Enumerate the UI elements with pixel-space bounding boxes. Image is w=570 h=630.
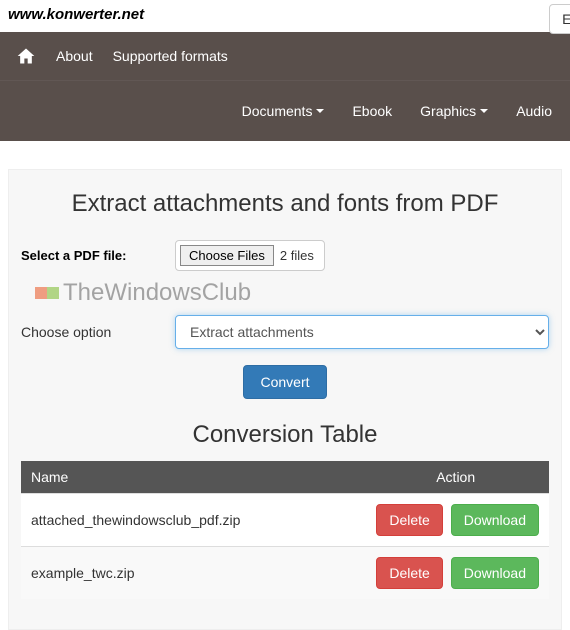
nav-supported-formats[interactable]: Supported formats bbox=[113, 48, 228, 64]
file-row: Select a PDF file: Choose Files 2 files bbox=[21, 240, 549, 271]
chevron-down-icon bbox=[480, 109, 488, 113]
top-bar: www.konwerter.net Eng bbox=[0, 0, 570, 26]
watermark-text: TheWindowsClub bbox=[63, 279, 251, 307]
choose-files-button[interactable]: Choose Files bbox=[180, 245, 274, 266]
nav-about[interactable]: About bbox=[56, 48, 93, 64]
main-nav: About Supported formats Documents Ebook … bbox=[0, 32, 570, 141]
option-select[interactable]: Extract attachments bbox=[175, 315, 549, 349]
nav-row-categories: Documents Ebook Graphics Audio bbox=[0, 80, 570, 141]
table-row: example_twc.zip Delete Download bbox=[21, 547, 549, 600]
table-row: attached_thewindowsclub_pdf.zip Delete D… bbox=[21, 494, 549, 547]
nav-row-primary: About Supported formats bbox=[0, 32, 570, 80]
table-title: Conversion Table bbox=[21, 421, 549, 449]
nav-audio[interactable]: Audio bbox=[516, 103, 552, 119]
file-input[interactable]: Choose Files 2 files bbox=[175, 240, 325, 271]
nav-documents[interactable]: Documents bbox=[242, 103, 325, 119]
option-row: Choose option Extract attachments bbox=[21, 315, 549, 349]
convert-button[interactable]: Convert bbox=[243, 365, 326, 399]
nav-graphics-label: Graphics bbox=[420, 103, 476, 119]
delete-button[interactable]: Delete bbox=[376, 557, 442, 589]
download-button[interactable]: Download bbox=[451, 557, 539, 589]
file-count: 2 files bbox=[274, 248, 320, 263]
home-icon[interactable] bbox=[16, 46, 36, 66]
main-panel: Extract attachments and fonts from PDF S… bbox=[8, 169, 562, 630]
delete-button[interactable]: Delete bbox=[376, 504, 442, 536]
option-label: Choose option bbox=[21, 324, 161, 340]
file-name: attached_thewindowsclub_pdf.zip bbox=[21, 494, 362, 547]
download-button[interactable]: Download bbox=[451, 504, 539, 536]
page-title: Extract attachments and fonts from PDF bbox=[21, 190, 549, 218]
col-action: Action bbox=[362, 461, 549, 494]
nav-graphics[interactable]: Graphics bbox=[420, 103, 488, 119]
language-button[interactable]: Eng bbox=[549, 4, 570, 34]
file-name: example_twc.zip bbox=[21, 547, 362, 600]
conversion-table: Name Action attached_thewindowsclub_pdf.… bbox=[21, 461, 549, 599]
nav-ebook[interactable]: Ebook bbox=[352, 103, 392, 119]
site-url: www.konwerter.net bbox=[8, 6, 144, 23]
watermark-logo-icon bbox=[35, 287, 59, 299]
col-name: Name bbox=[21, 461, 362, 494]
watermark: TheWindowsClub bbox=[35, 279, 549, 307]
file-label: Select a PDF file: bbox=[21, 248, 161, 263]
chevron-down-icon bbox=[316, 109, 324, 113]
nav-documents-label: Documents bbox=[242, 103, 313, 119]
